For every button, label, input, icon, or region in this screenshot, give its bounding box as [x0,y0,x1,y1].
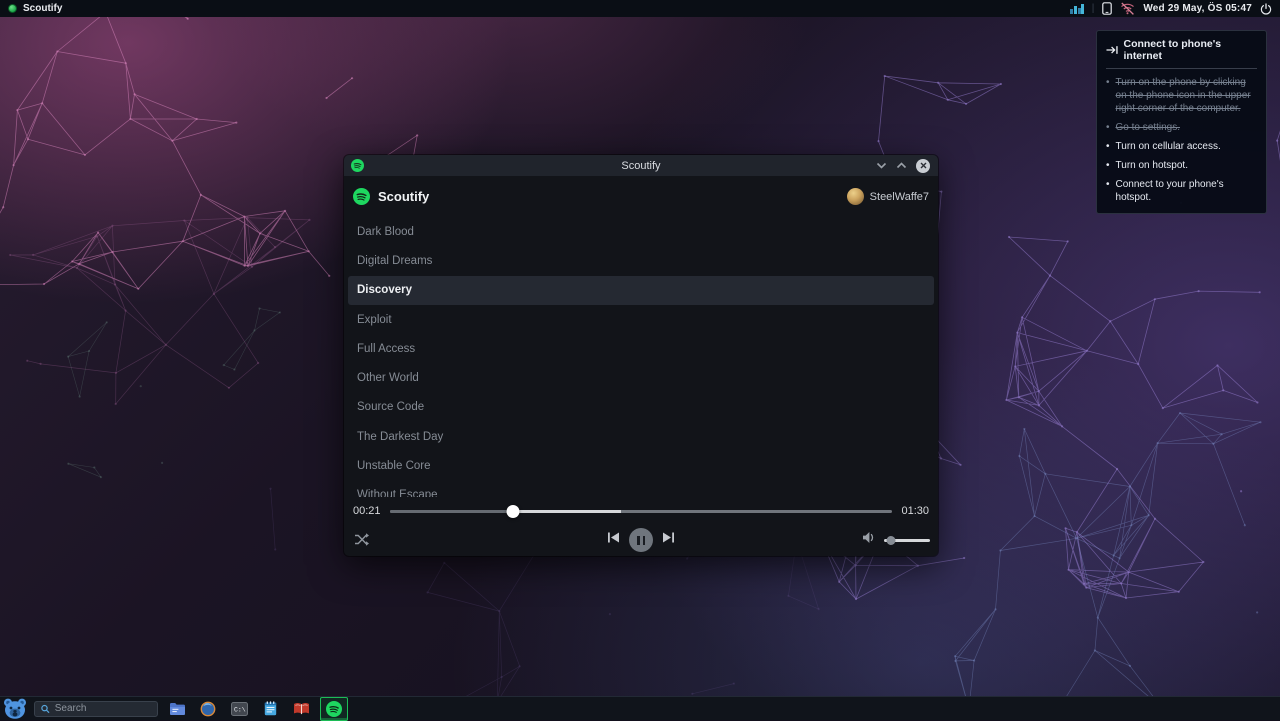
next-track-button[interactable] [662,531,675,549]
search-input[interactable] [55,703,151,714]
taskbar: C:\ [0,696,1280,720]
notepad-icon [264,701,277,716]
clock[interactable]: Wed 29 May, ÖS 05:47 [1143,3,1252,14]
track-row[interactable]: Unstable Core [348,451,934,480]
tray-separator: | [1092,3,1095,14]
active-app-menu[interactable]: Scoutify [0,0,62,17]
username: SteelWaffe7 [870,191,929,203]
play-pause-button[interactable] [629,528,653,552]
seek-handle[interactable] [506,505,519,518]
checklist-step: • Turn on the phone by clicking on the p… [1106,76,1257,115]
previous-track-button[interactable] [607,531,620,549]
skip-next-icon [662,531,675,544]
bullet-icon: • [1106,76,1110,115]
chevron-up-icon [896,162,907,169]
checklist-header: Connect to phone's internet [1106,38,1257,62]
file-manager-button[interactable] [165,697,189,721]
folder-icon [169,702,186,716]
track-row[interactable]: Without Escape [348,481,934,497]
checklist-step: • Go to settings. [1106,121,1257,134]
bullet-icon: • [1106,140,1110,153]
track-row[interactable]: The Darkest Day [348,422,934,451]
player-bar: 00:21 01:30 [344,497,938,556]
seek-buffer [513,510,621,514]
notes-button[interactable] [258,697,282,721]
checklist-step: • Connect to your phone's hotspot. [1106,178,1257,204]
shuffle-icon [354,532,370,547]
user-chip[interactable]: SteelWaffe7 [847,188,929,205]
system-monitor-icon[interactable] [1070,3,1084,14]
pause-icon [643,536,646,545]
scoutify-window: Scoutify Scoutify SteelWaffe7 [344,155,938,556]
seek-played [390,510,513,514]
open-book-icon [293,702,310,715]
track-list: Dark Blood Digital Dreams Discovery Expl… [344,217,938,497]
top-menu-bar: Scoutify | Wed 29 May, ÖS 05:47 [0,0,1280,17]
checklist-step: • Turn on hotspot. [1106,159,1257,172]
checklist-step: • Turn on cellular access. [1106,140,1257,153]
scoutify-icon [326,701,342,717]
track-row[interactable]: Source Code [348,393,934,422]
svg-text:C:\: C:\ [234,706,246,713]
track-row[interactable]: Digital Dreams [348,246,934,275]
track-row[interactable]: Full Access [348,334,934,363]
track-row[interactable]: Discovery [348,276,934,305]
scoutify-taskbar-button[interactable] [320,697,348,721]
skip-previous-icon [607,531,620,544]
search-icon [41,704,50,714]
bear-logo-icon [3,698,27,719]
bullet-icon: • [1106,178,1110,204]
wifi-off-icon[interactable] [1120,2,1135,15]
terminal-icon: C:\ [231,702,248,716]
taskbar-search[interactable] [34,701,158,717]
elapsed-time: 00:21 [353,505,381,517]
app-brand: Scoutify [353,188,429,205]
seek-slider[interactable] [390,504,893,518]
volume-button[interactable] [862,531,877,549]
arrow-to-bar-icon [1106,45,1118,55]
minimize-button[interactable] [876,162,887,169]
web-browser-button[interactable] [196,697,220,721]
track-row[interactable]: Exploit [348,305,934,334]
shuffle-button[interactable] [354,532,370,552]
chevron-down-icon [876,162,887,169]
window-titlebar[interactable]: Scoutify [344,155,938,176]
checklist-title: Connect to phone's internet [1123,38,1257,62]
volume-slider[interactable] [884,534,930,546]
bullet-icon: • [1106,121,1110,134]
track-row[interactable]: Dark Blood [348,217,934,246]
books-button[interactable] [289,697,313,721]
phone-icon[interactable] [1102,2,1112,15]
close-button[interactable] [916,159,930,173]
bullet-icon: • [1106,159,1110,172]
window-title: Scoutify [344,160,938,172]
maximize-button[interactable] [896,162,907,169]
speaker-icon [862,531,877,544]
system-tray: | Wed 29 May, ÖS 05:47 [1070,0,1280,17]
globe-browser-icon [200,701,216,717]
app-name: Scoutify [378,189,429,204]
scoutify-window-icon [351,159,364,172]
track-row[interactable]: Other World [348,363,934,392]
avatar [847,188,864,205]
window-header: Scoutify SteelWaffe7 [344,176,938,217]
close-icon [920,162,927,169]
scoutify-app-icon [8,4,17,13]
scoutify-logo-icon [353,188,370,205]
connect-phone-checklist-panel: Connect to phone's internet • Turn on th… [1096,30,1267,214]
start-menu-button[interactable] [0,697,30,721]
terminal-button[interactable]: C:\ [227,697,251,721]
pause-icon [637,536,640,545]
checklist-divider [1106,68,1257,69]
volume-handle[interactable] [886,536,895,545]
total-time: 01:30 [901,505,929,517]
app-menu-label: Scoutify [23,3,62,14]
power-icon[interactable] [1260,3,1272,15]
